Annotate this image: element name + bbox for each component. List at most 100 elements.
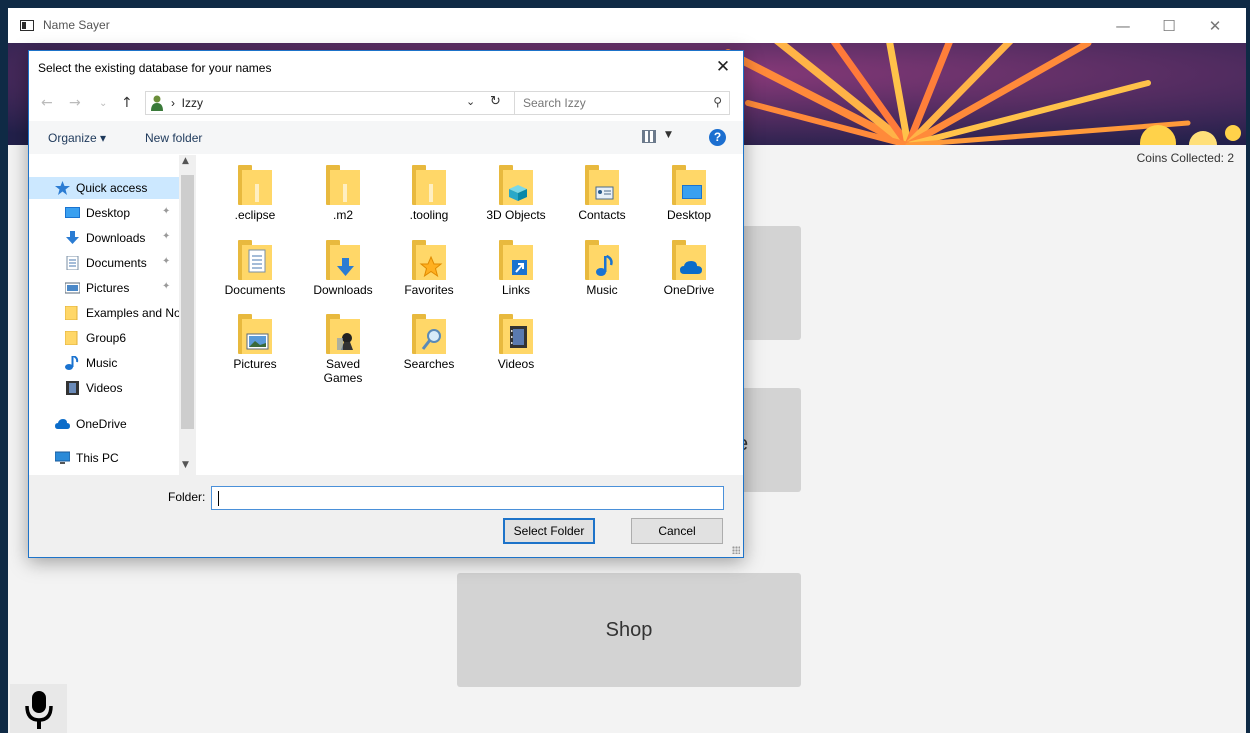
resize-grip[interactable] <box>732 546 740 554</box>
breadcrumb[interactable]: › Izzy <box>171 96 203 110</box>
microphone-button[interactable] <box>10 684 67 733</box>
folder-item-label: Music <box>586 283 618 297</box>
app-title: Name Sayer <box>43 18 110 32</box>
cube-folder-icon <box>499 165 533 205</box>
breadcrumb-separator: › <box>171 96 175 110</box>
folder-item-m2[interactable]: .m2 <box>300 165 386 222</box>
pin-icon[interactable]: ✦ <box>162 281 170 292</box>
pin-icon[interactable]: ✦ <box>162 231 170 242</box>
folder-item-label: Pictures <box>233 357 277 371</box>
folder-item-tooling[interactable]: .tooling <box>386 165 472 222</box>
organize-menu[interactable]: Organize ▾ <box>48 131 106 145</box>
links-folder-icon <box>499 240 533 280</box>
nav-item-onedrive[interactable]: OneDrive <box>29 413 179 435</box>
monitor-icon <box>54 451 71 465</box>
address-bar[interactable]: › Izzy ⌄ ↻ <box>145 91 526 115</box>
new-folder-button[interactable]: New folder <box>145 131 202 145</box>
folder-icon <box>238 165 272 205</box>
nav-item-label: This PC <box>76 451 119 465</box>
folder-item-label: .eclipse <box>234 208 276 222</box>
folder-item-saved-games[interactable]: Saved Games <box>300 314 386 385</box>
navigation-bar: ← → ⌄ ↑ › Izzy ⌄ ↻ Search Izzy ⚲ <box>29 87 743 121</box>
folder-icon <box>412 165 446 205</box>
view-dropdown-icon[interactable]: ▼ <box>665 130 672 140</box>
folder-item-searches[interactable]: Searches <box>386 314 472 371</box>
address-dropdown-icon[interactable]: ⌄ <box>466 95 475 108</box>
downloads-folder-icon <box>326 240 360 280</box>
dialog-footer: Folder: Select Folder Cancel <box>29 475 743 557</box>
nav-item-label: OneDrive <box>76 417 127 431</box>
breadcrumb-izzy[interactable]: Izzy <box>182 96 203 110</box>
folder-item-label: Links <box>501 283 530 297</box>
minimize-button[interactable]: — <box>1100 14 1146 38</box>
folder-item-label: OneDrive <box>663 283 715 297</box>
pictures-folder-icon <box>238 314 272 354</box>
nav-item-pictures[interactable]: Pictures ✦ <box>29 277 179 299</box>
folder-item-desktop[interactable]: Desktop <box>646 165 732 222</box>
nav-item-label: Group6 <box>86 331 127 345</box>
saved-games-folder-icon <box>326 314 360 354</box>
folder-item-label: Documents <box>224 283 286 297</box>
nav-item-label: Documents <box>86 256 147 270</box>
folder-item-links[interactable]: Links <box>473 240 559 297</box>
folder-item-downloads[interactable]: Downloads <box>300 240 386 297</box>
folder-name-input[interactable] <box>211 486 724 510</box>
folder-item-music[interactable]: Music <box>559 240 645 297</box>
folder-field-label: Folder: <box>168 490 206 504</box>
shop-button[interactable]: Shop <box>457 573 801 687</box>
nav-item-this-pc[interactable]: This PC <box>29 447 179 469</box>
forward-arrow-icon[interactable]: → <box>69 95 81 111</box>
folder-item-label: Favorites <box>404 283 454 297</box>
close-window-button[interactable]: ✕ <box>1192 14 1238 38</box>
folder-icon <box>64 330 80 346</box>
folder-item-onedrive[interactable]: OneDrive <box>646 240 732 297</box>
search-box[interactable]: Search Izzy ⚲ <box>514 91 730 115</box>
folder-icon <box>326 165 360 205</box>
document-icon <box>65 255 80 271</box>
nav-item-downloads[interactable]: Downloads ✦ <box>29 227 179 249</box>
folder-item-label: .m2 <box>332 208 353 222</box>
nav-item-examples-and-not[interactable]: Examples and Not <box>29 302 179 324</box>
folder-item-label: Searches <box>403 357 455 371</box>
pin-icon[interactable]: ✦ <box>162 206 170 217</box>
maximize-button[interactable]: ☐ <box>1146 14 1192 38</box>
folder-item-label: 3D Objects <box>486 208 546 222</box>
contacts-folder-icon <box>585 165 619 205</box>
select-folder-button[interactable]: Select Folder <box>503 518 595 544</box>
nav-item-videos[interactable]: Videos <box>29 377 179 399</box>
folder-item-3d-objects[interactable]: 3D Objects <box>473 165 559 222</box>
nav-item-music[interactable]: Music <box>29 352 179 374</box>
searches-folder-icon <box>412 314 446 354</box>
scroll-down-icon[interactable]: ▼ <box>182 460 189 470</box>
scrollbar-thumb[interactable] <box>181 175 194 429</box>
navigation-scrollbar[interactable]: ▲ ▼ <box>179 155 196 475</box>
up-arrow-icon[interactable]: ↑ <box>121 95 133 111</box>
pin-icon[interactable]: ✦ <box>162 256 170 267</box>
folder-item-documents[interactable]: Documents <box>212 240 298 297</box>
nav-item-desktop[interactable]: Desktop ✦ <box>29 202 179 224</box>
cancel-button[interactable]: Cancel <box>631 518 723 544</box>
nav-item-label: Pictures <box>86 281 130 295</box>
folder-item-videos[interactable]: Videos <box>473 314 559 371</box>
star-icon <box>55 181 70 195</box>
help-icon[interactable]: ? <box>709 129 726 146</box>
microphone-icon <box>25 691 53 729</box>
nav-item-documents[interactable]: Documents ✦ <box>29 252 179 274</box>
view-options-icon[interactable] <box>642 130 656 143</box>
nav-item-quick-access[interactable]: Quick access <box>29 177 179 199</box>
nav-item-group6[interactable]: Group6 <box>29 327 179 349</box>
nav-item-label: Desktop <box>86 206 131 220</box>
back-arrow-icon[interactable]: ← <box>41 95 53 111</box>
search-icon[interactable]: ⚲ <box>713 95 722 109</box>
folder-item-label: Videos <box>497 357 535 371</box>
picture-icon <box>64 281 81 295</box>
folder-item-eclipse[interactable]: .eclipse <box>212 165 298 222</box>
recent-locations-icon[interactable]: ⌄ <box>99 98 107 109</box>
dialog-close-button[interactable]: ✕ <box>711 55 735 79</box>
scroll-up-icon[interactable]: ▲ <box>182 156 189 166</box>
refresh-icon[interactable]: ↻ <box>490 94 501 109</box>
desktop-icon <box>65 206 80 220</box>
folder-item-pictures[interactable]: Pictures <box>212 314 298 371</box>
folder-item-contacts[interactable]: Contacts <box>559 165 645 222</box>
folder-item-favorites[interactable]: Favorites <box>386 240 472 297</box>
